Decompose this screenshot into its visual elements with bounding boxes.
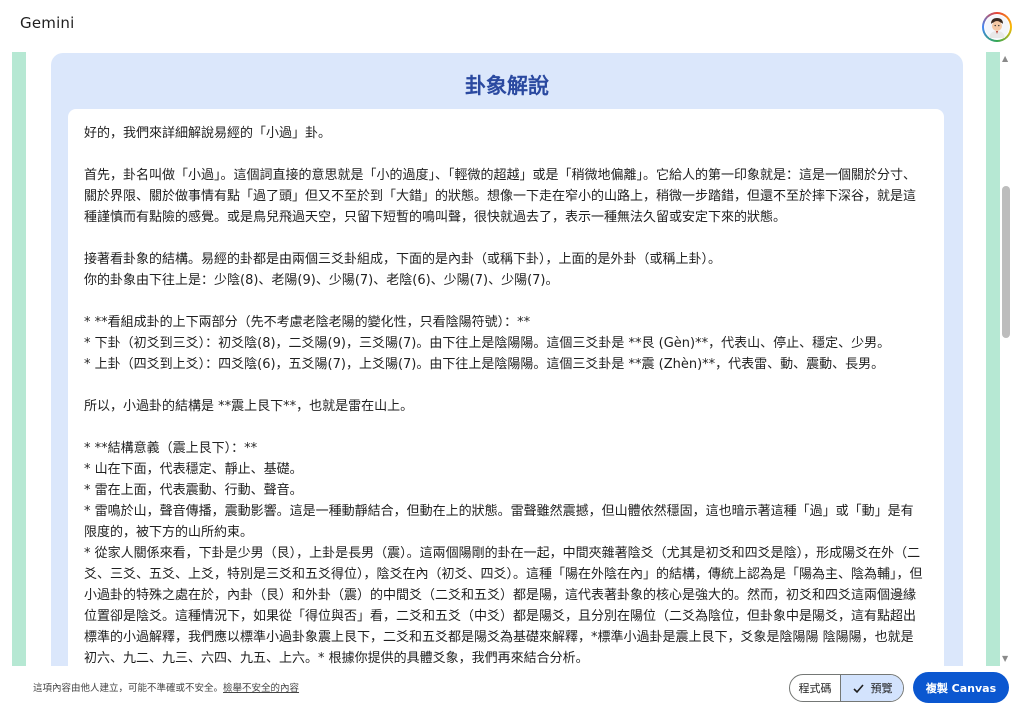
scrollbar[interactable] [1000,52,1012,666]
code-tab-label: 程式碼 [798,682,832,695]
avatar-icon [985,15,1009,39]
preview-tab[interactable]: 預覽 [841,675,903,701]
interpretation-card: 卦象解說 好的，我們來詳細解說易經的「小過」卦。首先，卦名叫做「小過」。這個詞直… [51,53,963,666]
disclaimer-text: 這項內容由他人建立，可能不準確或不安全。 [33,683,224,694]
content-paragraph: 好的，我們來詳細解說易經的「小過」卦。 [84,126,332,141]
content-panel: 好的，我們來詳細解說易經的「小過」卦。首先，卦名叫做「小過」。這個詞直接的意思就… [68,109,944,666]
code-tab[interactable]: 程式碼 [790,675,841,701]
app-title: Gemini [20,14,75,32]
content-paragraph: 首先，卦名叫做「小過」。這個詞直接的意思就是「小的過度」、「輕微的超越」或是「稍… [84,168,917,225]
content-paragraph: 所以，小過卦的結構是 **震上艮下**，也就是雷在山上。 [84,399,414,414]
avatar[interactable] [982,12,1012,42]
scroll-up-icon[interactable]: ▲ [1002,54,1008,63]
copy-canvas-button[interactable]: 複製 Canvas [913,672,1009,703]
report-unsafe-link[interactable]: 檢舉不安全的內容 [223,683,299,694]
top-bar: Gemini [0,0,1024,50]
content-paragraph: * **結構意義（震上艮下）：** * 山在下面，代表穩定、靜止、基礎。 * 雷… [84,441,923,666]
check-icon [852,683,864,693]
content-paragraph: * **看組成卦的上下兩部分（先不考慮老陰老陽的變化性，只看陰陽符號）：** *… [84,315,891,372]
right-decor-band [986,52,1000,666]
scrollbar-thumb[interactable] [1002,186,1010,338]
content-paragraph: 接著看卦象的結構。易經的卦都是由兩個三爻卦組成，下面的是內卦（或稱下卦），上面的… [84,252,722,288]
canvas-footer: 這項內容由他人建立，可能不準確或不安全。檢舉不安全的內容 程式碼 預覽 複製 C… [0,666,1024,709]
canvas-preview: 卦象解說 好的，我們來詳細解說易經的「小過」卦。首先，卦名叫做「小過」。這個詞直… [12,52,1012,666]
disclaimer: 這項內容由他人建立，可能不準確或不安全。檢舉不安全的內容 [33,680,299,694]
scroll-down-icon[interactable]: ▼ [1002,654,1008,663]
copy-canvas-label: 複製 Canvas [925,681,997,695]
view-toggle: 程式碼 預覽 [789,674,904,702]
card-title: 卦象解說 [465,74,549,98]
left-decor-band [12,52,26,666]
preview-tab-label: 預覽 [870,682,893,695]
